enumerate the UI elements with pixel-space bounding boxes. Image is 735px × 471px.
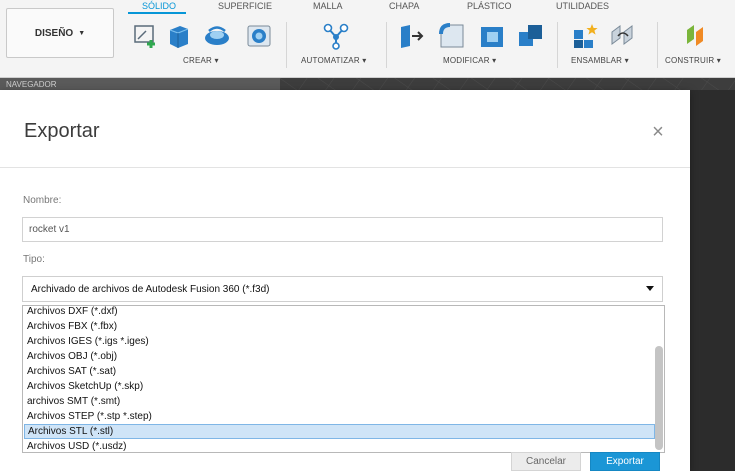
design-workspace-button[interactable]: DISEÑO ▼ [6,8,114,58]
export-dialog: Exportar × Nombre: Tipo: Archivado de ar… [0,90,690,471]
offset-plane-icon[interactable] [684,22,712,50]
hole-icon[interactable] [245,22,273,50]
toolbar-separator [557,22,558,68]
option-dxf[interactable]: Archivos DXF (*.dxf) [24,306,655,319]
title-divider [0,167,690,168]
press-pull-icon[interactable] [398,22,426,50]
type-label: Tipo: [23,254,45,265]
name-field[interactable] [22,217,663,242]
option-iges[interactable]: Archivos IGES (*.igs *.iges) [24,334,655,349]
type-selected-value: Archivado de archivos de Autodesk Fusion… [31,284,270,295]
browser-panel-header: NAVEGADOR [0,78,280,90]
combine-icon[interactable] [517,22,545,50]
browser-title: NAVEGADOR [6,80,57,89]
caret-down-icon [646,286,654,291]
group-construct[interactable]: CONSTRUIR [665,56,721,65]
tab-sheet-metal[interactable]: CHAPA [389,1,419,11]
name-label: Nombre: [23,195,62,206]
revolve-icon[interactable] [203,22,231,50]
option-obj[interactable]: Archivos OBJ (*.obj) [24,349,655,364]
toolbar-separator [657,22,658,68]
option-smt[interactable]: archivos SMT (*.smt) [24,394,655,409]
export-button[interactable]: Exportar [590,452,660,471]
tab-plastic[interactable]: PLÁSTICO [467,1,512,11]
model-body-edge [690,90,735,471]
option-fbx[interactable]: Archivos FBX (*.fbx) [24,319,655,334]
close-icon[interactable]: × [648,122,668,142]
group-create[interactable]: CREAR [183,56,219,65]
tab-surface[interactable]: SUPERFICIE [218,1,272,11]
group-modify[interactable]: MODIFICAR [443,56,496,65]
fillet-icon[interactable] [438,22,466,50]
toolbar-separator [286,22,287,68]
dialog-title: Exportar [24,120,100,142]
active-tab-indicator [128,12,186,14]
joint-icon[interactable] [609,22,637,50]
chevron-down-icon: ▼ [78,29,86,37]
option-stl[interactable]: Archivos STL (*.stl) [24,424,655,439]
type-select[interactable]: Archivado de archivos de Autodesk Fusion… [22,276,663,302]
tab-utilities[interactable]: UTILIDADES [556,1,609,11]
type-dropdown-list[interactable]: Archivos DXF (*.dxf) Archivos FBX (*.fbx… [22,305,665,453]
toolbar-separator [386,22,387,68]
option-skp[interactable]: Archivos SketchUp (*.skp) [24,379,655,394]
tab-mesh[interactable]: MALLA [313,1,343,11]
dropdown-scrollbar[interactable] [655,346,663,450]
option-step[interactable]: Archivos STEP (*.stp *.step) [24,409,655,424]
group-automate[interactable]: AUTOMATIZAR [301,56,366,65]
tab-solid[interactable]: SÓLIDO [142,1,176,11]
design-label: DISEÑO [34,27,74,39]
automate-icon[interactable] [322,22,350,50]
extrude-icon[interactable] [164,22,192,50]
group-assemble[interactable]: ENSAMBLAR [571,56,629,65]
create-sketch-icon[interactable] [132,22,160,50]
shell-icon[interactable] [478,22,506,50]
toolbar: DISEÑO ▼ SÓLIDO SUPERFICIE MALLA CHAPA P… [0,0,735,78]
new-component-icon[interactable] [572,22,600,50]
option-sat[interactable]: Archivos SAT (*.sat) [24,364,655,379]
cancel-button[interactable]: Cancelar [511,452,581,471]
option-usd[interactable]: Archivos USD (*.usdz) [24,439,655,452]
